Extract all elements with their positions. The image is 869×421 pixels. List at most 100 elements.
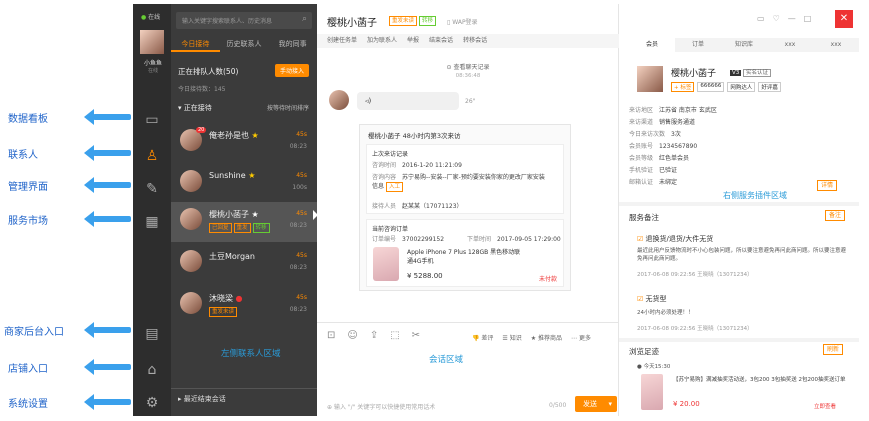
text-icon[interactable]: ⊡: [327, 330, 335, 341]
upload-icon[interactable]: ⇪: [370, 330, 378, 341]
knowledge-button[interactable]: ☰ 知识: [502, 333, 521, 342]
browse-price: ¥ 20.00: [673, 400, 700, 408]
history-link[interactable]: ⊙ 查看聊天记录: [317, 62, 619, 71]
product-title[interactable]: Apple iPhone 7 Plus 128GB 黑色移动联通4G手机: [407, 247, 525, 265]
transfer-session-button[interactable]: 转移会话: [463, 34, 487, 48]
reception: 赵某某（17071123）: [402, 203, 463, 210]
field-label: 会员账号: [629, 143, 654, 150]
send-button[interactable]: 发送 ▾: [575, 396, 617, 412]
emoji-icon[interactable]: ☺: [347, 330, 357, 341]
view-now-link[interactable]: 立即查看: [814, 402, 836, 410]
contact-avatar: [180, 250, 202, 272]
maximize-icon[interactable]: □: [804, 14, 812, 23]
region-label-right: 右侧服务插件区域: [723, 191, 787, 200]
contact-panel: 输入关键字搜索联系人、历史消息 ⌕ 今日接待 历史联系人 我的同事 正在排队人数(…: [171, 4, 317, 416]
document-icon[interactable]: ▤: [142, 324, 162, 344]
add-contact-button[interactable]: 加为联系人: [367, 34, 397, 48]
region-label-contacts: 左侧联系人区域: [221, 349, 281, 359]
field-label: 邮箱认证: [629, 179, 654, 186]
gear-icon[interactable]: ⚙: [142, 393, 162, 413]
field-value: 未绑定: [659, 179, 678, 186]
star-icon: ★: [251, 131, 259, 140]
title-tag-unread: 重发未读: [389, 16, 418, 26]
minimize-icon[interactable]: —: [788, 14, 796, 23]
tab-colleagues[interactable]: 我的同事: [268, 36, 317, 52]
field-label: 今日来访次数: [629, 131, 666, 138]
avatar[interactable]: [140, 30, 164, 54]
contact-row[interactable]: Sunshine ★ 45s 100s: [171, 164, 317, 204]
last-visit-title: 上次来访记录: [372, 151, 409, 158]
wait-time: 45s: [296, 294, 307, 301]
field-label: 来访渠道: [629, 119, 654, 126]
wrench-icon[interactable]: ✎: [142, 179, 162, 199]
sort-dropdown[interactable]: 按等待时间排序: [267, 103, 309, 112]
end-session-button[interactable]: 结束会话: [429, 34, 453, 48]
search-icon[interactable]: ⌕: [302, 14, 307, 24]
unread-badge: 20: [196, 127, 207, 133]
manual-accept-button[interactable]: 手动接入: [274, 64, 309, 77]
chevron-down-icon[interactable]: ▾: [608, 396, 612, 412]
contact-row[interactable]: 20 俺老孙是也 ★ 45s 08:23: [171, 123, 317, 163]
refresh-button[interactable]: 刷新: [823, 344, 844, 355]
tag-resend-unread: 重发未读: [209, 307, 238, 317]
report-button[interactable]: 举报: [407, 34, 419, 48]
manual-button[interactable]: 入工: [385, 182, 403, 192]
field-value: 已验证: [659, 167, 678, 174]
contact-row-selected[interactable]: 樱桃小菡子 ★ 已回复 重发 转移 45s 08:23: [171, 202, 317, 242]
screenshot-icon[interactable]: ⬚: [390, 330, 399, 341]
wait-time: 45s: [296, 210, 307, 217]
contact-name: Sunshine: [209, 171, 246, 180]
order-no-label: 订单编号: [372, 236, 397, 243]
recent-finished[interactable]: ▸ 最近结束会话: [178, 394, 226, 404]
tab-today[interactable]: 今日接待: [171, 36, 220, 52]
visit-card: 樱桃小菡子 48小时内第3次来访 上次来访记录 咨询时间 2016-1-20 11…: [359, 124, 571, 291]
search-input[interactable]: 输入关键字搜索联系人、历史消息 ⌕: [176, 12, 312, 29]
reception-label: 接待人员: [372, 203, 397, 210]
close-icon[interactable]: ✕: [835, 10, 853, 28]
tab-orders[interactable]: 订单: [675, 38, 721, 52]
note-meta: 2017-06-08 09:22:56 王晓晓（13071234）: [637, 326, 753, 332]
message-input[interactable]: ⊕ 输入 "/" 关键字可以快捷使用常用话术: [327, 402, 435, 411]
create-task-button[interactable]: 创建任务单: [327, 34, 357, 48]
monitor-icon[interactable]: ▭: [142, 110, 162, 130]
browse-product-image[interactable]: [641, 374, 663, 410]
divider: [317, 322, 619, 323]
title-tag-transfer: 转移: [419, 16, 437, 26]
field-value: 江苏省 南京市 玄武区: [659, 107, 717, 114]
tab-history[interactable]: 历史联系人: [220, 36, 269, 52]
contact-time: 100s: [292, 184, 307, 191]
note-item: ☑ 退换货/退货/大件无货: [637, 235, 714, 243]
voice-duration: 26": [465, 98, 476, 105]
tab-member[interactable]: 会员: [629, 38, 675, 52]
callout-data-board: 数据看板: [0, 108, 131, 126]
add-note-button[interactable]: 备注: [825, 210, 846, 221]
contact-row[interactable]: 土豆Morgan 45s 08:23: [171, 244, 317, 284]
section-active[interactable]: ▾ 正在接待: [178, 103, 212, 113]
more-button[interactable]: ⋯ 更多: [571, 333, 591, 342]
window-icon[interactable]: ▭: [757, 14, 765, 23]
pin-icon[interactable]: ♡: [773, 14, 780, 23]
chat-title: 樱桃小菡子: [327, 18, 377, 29]
star-icon: ★: [248, 171, 256, 180]
visit-time-label: 咨询时间: [372, 162, 397, 169]
user-icon[interactable]: ♙: [142, 146, 162, 166]
tab-xxx-1[interactable]: xxx: [767, 38, 813, 52]
product-image[interactable]: [373, 247, 399, 281]
star-icon: ★: [251, 210, 259, 219]
region-label-chat: 会话区域: [429, 355, 464, 365]
unpaid-status: 未付款: [538, 276, 557, 283]
char-counter: 0/500: [549, 402, 567, 409]
voice-message[interactable]: ◃): [357, 92, 459, 110]
field-value: 1234567890: [659, 143, 698, 150]
store-icon[interactable]: ⌂: [142, 360, 162, 380]
grid-icon[interactable]: ▦: [142, 212, 162, 232]
detail-button[interactable]: 详情: [817, 180, 838, 191]
recommend-button[interactable]: ★ 推荐商品: [531, 333, 562, 342]
scissors-icon[interactable]: ✂: [412, 330, 420, 341]
tab-xxx-2[interactable]: xxx: [813, 38, 859, 52]
contact-row[interactable]: 沐晓梁 ● 重发未读 45s 08:23: [171, 286, 317, 326]
browse-product-title[interactable]: 【苏宁易购】满减抽奖活动送，3包200 3包抽奖送 2包200抽奖送订单: [673, 376, 853, 384]
add-tag-button[interactable]: + 标签: [671, 82, 695, 92]
tab-knowledge[interactable]: 知识库: [721, 38, 767, 52]
bad-review-button[interactable]: 👎 差评: [472, 333, 493, 342]
